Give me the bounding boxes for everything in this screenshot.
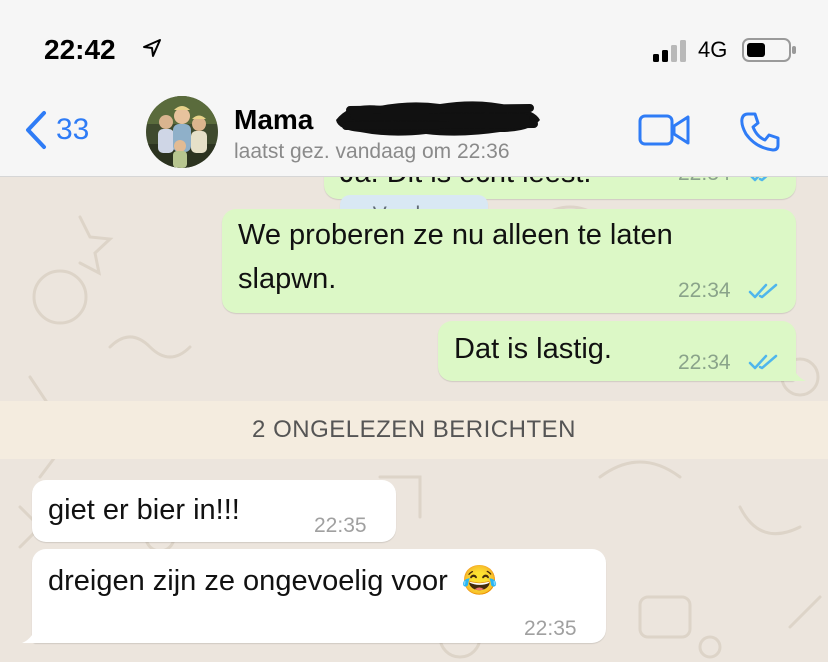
status-time: 22:42: [44, 34, 116, 65]
phone-call-icon[interactable]: [738, 110, 782, 154]
contact-name: Mama: [234, 104, 314, 135]
message-text: giet er bier in!!!: [48, 494, 240, 526]
back-chevron-icon: [26, 111, 46, 149]
message-text: We proberen ze nu alleen te laten slapwn…: [238, 213, 673, 301]
message-time: 22:34: [678, 351, 731, 374]
video-call-icon[interactable]: [638, 112, 690, 148]
unread-chats-count: 33: [56, 113, 90, 146]
last-seen-status: laatst gez. vandaag om 22:36: [234, 140, 510, 163]
back-button[interactable]: 33: [24, 110, 89, 150]
message-incoming[interactable]: dreigen zijn ze ongevoelig voor 😂 22:35: [22, 549, 606, 643]
double-check-icon: [750, 177, 768, 182]
message-time: 22:34: [678, 279, 731, 302]
laughing-emoji: 😂: [461, 565, 498, 597]
unread-messages-banner: 2 ONGELEZEN BERICHTEN: [0, 401, 828, 459]
contact-name-wrap[interactable]: Mama: [234, 101, 540, 136]
redaction-scribble: [336, 101, 540, 136]
avatar-photo: [146, 96, 218, 168]
avatar[interactable]: [146, 96, 218, 168]
message-text: Dat is lastig.: [454, 333, 612, 365]
chat-area[interactable]: Ja. Dit is echt leest. 22:34 Vandaag We …: [0, 177, 828, 662]
message-incoming[interactable]: giet er bier in!!! 22:35: [32, 480, 396, 542]
message-text-line: slapwn.: [238, 263, 337, 295]
double-check-icon: [748, 354, 778, 370]
battery-icon: [742, 38, 796, 62]
message-time: 22:35: [524, 617, 577, 640]
double-check-icon: [748, 283, 778, 299]
message-outgoing[interactable]: We proberen ze nu alleen te laten slapwn…: [222, 209, 796, 313]
network-type: 4G: [698, 37, 728, 62]
bubble-tail: [22, 627, 36, 643]
chat-header: 33 Mama laatst gez. vandaag om 22:36: [0, 96, 828, 177]
message-text: Ja. Dit is echt leest.: [340, 177, 591, 195]
message-text: dreigen zijn ze ongevoelig voor 😂: [48, 559, 498, 603]
location-arrow-icon: [143, 39, 161, 57]
message-outgoing[interactable]: Dat is lastig. 22:34: [438, 321, 806, 381]
message-text-body: dreigen zijn ze ongevoelig voor: [48, 565, 448, 597]
signal-icon: [653, 40, 686, 62]
message-text-line: We proberen ze nu alleen te laten: [238, 219, 673, 251]
status-bar: 22:42 4G: [0, 0, 828, 96]
message-time: 22:34: [678, 177, 731, 196]
message-time: 22:35: [314, 514, 367, 537]
bubble-tail: [792, 365, 806, 381]
